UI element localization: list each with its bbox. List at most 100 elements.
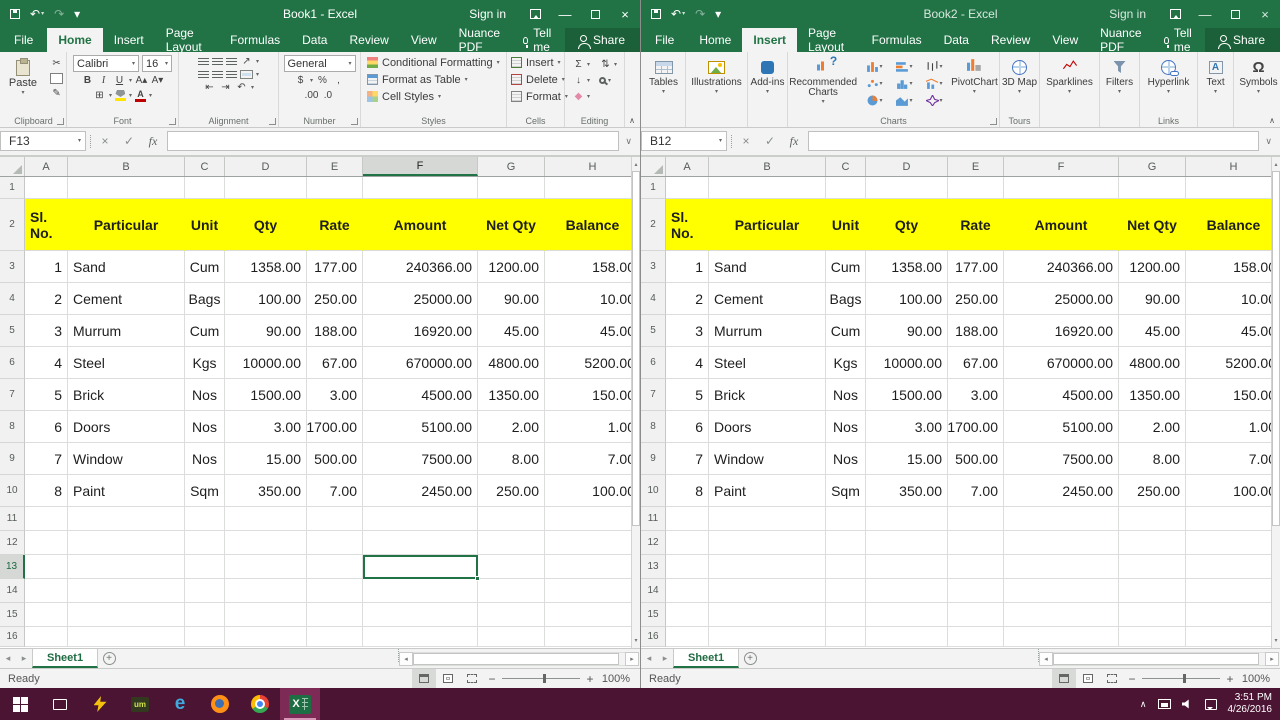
chrome-taskbar-button[interactable] xyxy=(240,688,280,720)
cell-g16[interactable] xyxy=(478,627,545,647)
cell-e9[interactable]: 500.00 xyxy=(307,443,363,475)
sign-in-button[interactable]: Sign in xyxy=(1109,7,1146,21)
sort-filter-icon[interactable]: ⇅▾ xyxy=(599,58,617,71)
lightning-taskbar-button[interactable] xyxy=(80,688,120,720)
insert-function-icon[interactable]: fx xyxy=(784,134,804,149)
font-name-select[interactable]: Calibri▾ xyxy=(73,55,139,72)
column-header-a[interactable]: A xyxy=(25,157,68,176)
row-header-12[interactable]: 12 xyxy=(641,531,666,555)
redo-icon[interactable]: ↷ xyxy=(695,8,705,20)
cell-h10[interactable]: 100.00 xyxy=(545,475,640,507)
column-header-b[interactable]: B xyxy=(709,157,826,176)
cell-c15[interactable] xyxy=(185,603,225,627)
autosum-icon[interactable]: Σ▾ xyxy=(572,58,590,71)
cell-g15[interactable] xyxy=(478,603,545,627)
undo-icon[interactable]: ↶▾ xyxy=(671,8,685,20)
cell-b9[interactable]: Window xyxy=(709,443,826,475)
cell-f8[interactable]: 5100.00 xyxy=(363,411,478,443)
cell-c11[interactable] xyxy=(826,507,866,531)
cell-h7[interactable]: 150.00 xyxy=(1186,379,1280,411)
cell-c16[interactable] xyxy=(185,627,225,647)
cell-f4[interactable]: 25000.00 xyxy=(363,283,478,315)
cell-d3[interactable]: 1358.00 xyxy=(225,251,307,283)
zoom-slider[interactable] xyxy=(1142,678,1220,679)
name-box[interactable]: F13▾ xyxy=(0,131,86,151)
cell-d7[interactable]: 1500.00 xyxy=(225,379,307,411)
enter-icon[interactable]: ✓ xyxy=(760,134,780,148)
cell-h11[interactable] xyxy=(1186,507,1280,531)
minimize-button[interactable]: — xyxy=(1190,0,1220,28)
cell-h1[interactable] xyxy=(1186,177,1280,199)
tab-review[interactable]: Review xyxy=(338,28,399,52)
cell-h8[interactable]: 1.00 xyxy=(1186,411,1280,443)
cell-b15[interactable] xyxy=(709,603,826,627)
tab-file[interactable]: File xyxy=(0,28,47,52)
cell-e7[interactable]: 3.00 xyxy=(948,379,1004,411)
conditional-formatting-button[interactable]: Conditional Formatting▾ xyxy=(363,55,504,70)
cell-a12[interactable] xyxy=(25,531,68,555)
hyperlink-button[interactable]: Hyperlink▾ xyxy=(1142,55,1196,95)
cell-a13[interactable] xyxy=(25,555,68,579)
column-header-f[interactable]: F xyxy=(1004,157,1119,176)
cell-e3[interactable]: 177.00 xyxy=(948,251,1004,283)
minimize-button[interactable]: — xyxy=(550,0,580,28)
ribbon-display-options-button[interactable] xyxy=(520,0,550,28)
cell-h3[interactable]: 158.00 xyxy=(545,251,640,283)
cell-h10[interactable]: 100.00 xyxy=(1186,475,1280,507)
cell-f3[interactable]: 240366.00 xyxy=(363,251,478,283)
cell-g11[interactable] xyxy=(1119,507,1186,531)
row-header-1[interactable]: 1 xyxy=(0,177,25,199)
cell-f2[interactable]: Amount xyxy=(1004,199,1119,251)
tab-insert[interactable]: Insert xyxy=(742,28,797,52)
dialog-launcher-icon[interactable] xyxy=(169,118,176,125)
h-scroll-right-icon[interactable]: ▸ xyxy=(625,652,639,666)
view-page-break-button[interactable] xyxy=(1100,669,1124,688)
enter-icon[interactable]: ✓ xyxy=(119,134,139,148)
volume-icon[interactable] xyxy=(1182,699,1194,709)
formula-bar-expand-icon[interactable]: ∨ xyxy=(623,136,634,147)
delete-cells-button[interactable]: Delete▾ xyxy=(509,72,562,87)
tab-review[interactable]: Review xyxy=(980,28,1041,52)
cell-g5[interactable]: 45.00 xyxy=(478,315,545,347)
row-header-13[interactable]: 13 xyxy=(641,555,666,579)
tab-page-layout[interactable]: Page Layout xyxy=(155,28,219,52)
wrap-text-icon[interactable]: ↶ xyxy=(235,81,248,94)
dialog-launcher-icon[interactable] xyxy=(990,118,997,125)
maximize-button[interactable] xyxy=(1220,0,1250,28)
sheet-nav-right-icon[interactable]: ▸ xyxy=(657,649,673,668)
cell-a7[interactable]: 5 xyxy=(25,379,68,411)
cell-c7[interactable]: Nos xyxy=(826,379,866,411)
cell-b8[interactable]: Doors xyxy=(68,411,185,443)
row-header-14[interactable]: 14 xyxy=(641,579,666,603)
cell-c10[interactable]: Sqm xyxy=(185,475,225,507)
cell-h14[interactable] xyxy=(545,579,640,603)
column-header-h[interactable]: H xyxy=(545,157,640,176)
cell-a3[interactable]: 1 xyxy=(25,251,68,283)
row-header-14[interactable]: 14 xyxy=(0,579,25,603)
cell-h15[interactable] xyxy=(545,603,640,627)
decrease-font-size-icon[interactable]: A▾ xyxy=(151,74,164,87)
cell-f2[interactable]: Amount xyxy=(363,199,478,251)
tell-me-button[interactable]: Tell me xyxy=(1154,28,1205,52)
cell-a10[interactable]: 8 xyxy=(25,475,68,507)
cell-h13[interactable] xyxy=(545,555,640,579)
cell-e1[interactable] xyxy=(948,177,1004,199)
cell-g6[interactable]: 4800.00 xyxy=(478,347,545,379)
name-box[interactable]: B12▾ xyxy=(641,131,727,151)
new-sheet-button[interactable]: + xyxy=(98,649,120,668)
tell-me-button[interactable]: Tell me xyxy=(513,28,565,52)
save-icon[interactable] xyxy=(10,9,20,19)
dialog-launcher-icon[interactable] xyxy=(57,118,64,125)
cell-c13[interactable] xyxy=(826,555,866,579)
row-header-8[interactable]: 8 xyxy=(0,411,25,443)
merge-center-icon[interactable] xyxy=(240,70,253,79)
horizontal-scrollbar[interactable]: ◂▸ xyxy=(399,649,639,668)
cell-f13[interactable] xyxy=(1004,555,1119,579)
copy-icon[interactable] xyxy=(50,73,63,84)
tab-view[interactable]: View xyxy=(400,28,448,52)
cell-b11[interactable] xyxy=(709,507,826,531)
cell-b13[interactable] xyxy=(68,555,185,579)
cell-a9[interactable]: 7 xyxy=(666,443,709,475)
cell-f13[interactable] xyxy=(363,555,478,579)
h-scroll-right-icon[interactable]: ▸ xyxy=(1265,652,1279,666)
